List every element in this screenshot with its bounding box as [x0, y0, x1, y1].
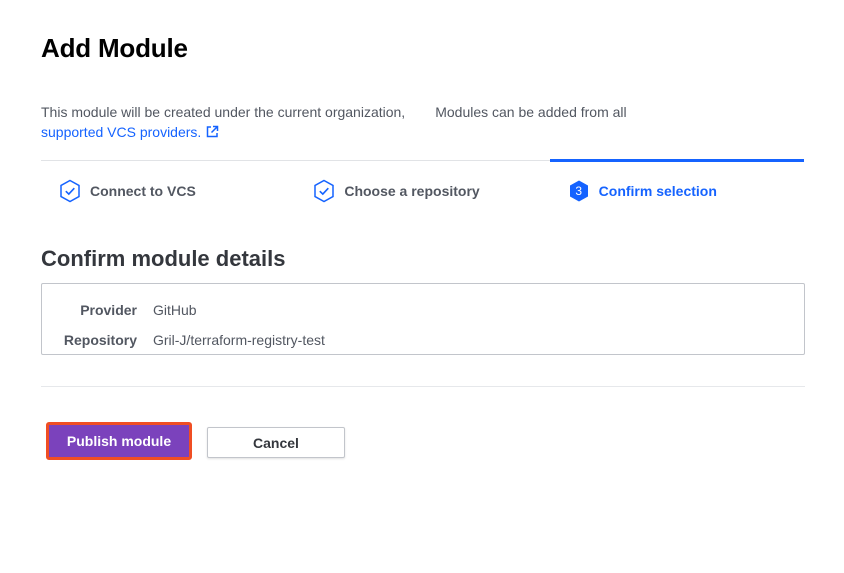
intro-text-part2: Modules can be added from all — [435, 104, 627, 120]
detail-value: GitHub — [153, 302, 197, 318]
divider — [41, 386, 805, 387]
check-hexagon-icon — [313, 179, 335, 203]
detail-label: Provider — [80, 302, 137, 318]
external-link-icon — [205, 124, 219, 144]
intro-text: This module will be created under the cu… — [41, 102, 681, 144]
step-label: Choose a repository — [344, 182, 480, 199]
module-details-card: Provider GitHub Repository Gril-J/terraf… — [41, 283, 805, 355]
publish-button-highlight: Publish module — [46, 422, 192, 460]
step-label: Connect to VCS — [90, 182, 196, 199]
number-hexagon-icon: 3 — [568, 179, 590, 203]
vcs-providers-link[interactable]: supported VCS providers. — [41, 124, 219, 140]
step-label: Confirm selection — [598, 182, 717, 199]
step-number: 3 — [575, 183, 582, 198]
intro-text-part1: This module will be created under the cu… — [41, 104, 406, 120]
detail-row-provider: Provider GitHub — [42, 295, 804, 325]
detail-value: Gril-J/terraform-registry-test — [153, 332, 325, 348]
step-connect-vcs[interactable]: Connect to VCS — [41, 161, 295, 220]
page-title: Add Module — [41, 33, 188, 63]
detail-label: Repository — [63, 332, 137, 348]
wizard-steps: Connect to VCS Choose a repository 3 Con… — [41, 159, 805, 220]
vcs-providers-link-label: supported VCS providers. — [41, 124, 202, 140]
check-hexagon-icon — [59, 179, 81, 203]
cancel-button[interactable]: Cancel — [207, 427, 345, 458]
detail-row-repository: Repository Gril-J/terraform-registry-tes… — [42, 325, 804, 355]
publish-module-button[interactable]: Publish module — [49, 425, 189, 457]
step-confirm-selection[interactable]: 3 Confirm selection — [549, 159, 805, 220]
step-choose-repository[interactable]: Choose a repository — [295, 161, 549, 220]
section-title: Confirm module details — [41, 246, 286, 271]
